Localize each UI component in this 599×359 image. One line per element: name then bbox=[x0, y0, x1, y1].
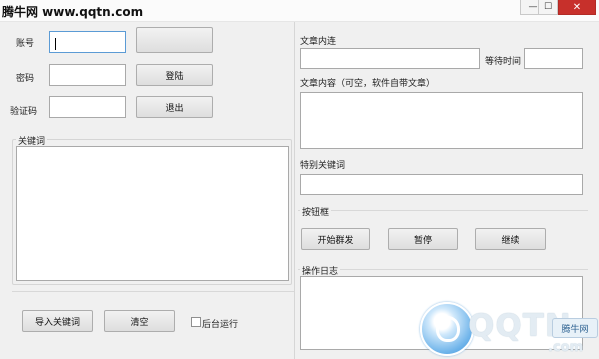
article-link-label: 文章内连 bbox=[300, 37, 337, 47]
logo-domain-text: .com bbox=[548, 340, 584, 355]
captcha-input[interactable] bbox=[49, 96, 126, 118]
article-content-label: 文章内容（可空，软件自带文章） bbox=[300, 79, 436, 89]
left-separator bbox=[12, 291, 294, 292]
controls-separator bbox=[298, 210, 588, 211]
qqtn-logo-icon bbox=[420, 302, 474, 356]
logo-q-ring bbox=[436, 316, 460, 342]
article-link-input[interactable] bbox=[300, 48, 480, 69]
background-run-label: 后台运行 bbox=[202, 320, 239, 330]
keywords-textarea[interactable] bbox=[16, 146, 289, 281]
maximize-button[interactable]: ☐ bbox=[538, 0, 558, 15]
text-caret bbox=[55, 38, 56, 50]
password-label: 密码 bbox=[16, 74, 35, 84]
wait-time-input[interactable] bbox=[524, 48, 583, 69]
site-watermark: 腾牛网 www.qqtn.com bbox=[2, 5, 144, 19]
article-content-textarea[interactable] bbox=[300, 92, 583, 149]
account-label: 账号 bbox=[16, 39, 35, 49]
exit-button[interactable]: 退出 bbox=[136, 96, 213, 118]
pause-button[interactable]: 暂停 bbox=[388, 228, 458, 250]
minimize-icon: — bbox=[528, 2, 538, 12]
clear-button[interactable]: 清空 bbox=[104, 310, 175, 332]
start-sending-button[interactable]: 开始群发 bbox=[301, 228, 370, 250]
password-input[interactable] bbox=[49, 64, 126, 86]
close-icon: ✕ bbox=[572, 1, 582, 13]
controls-group-title: 按钮框 bbox=[300, 205, 332, 218]
logo-badge: 腾牛网 bbox=[552, 318, 598, 338]
special-keywords-input[interactable] bbox=[300, 174, 583, 195]
captcha-label: 验证码 bbox=[10, 107, 38, 117]
title-bar: 腾牛网 www.qqtn.com — ☐ ✕ bbox=[0, 0, 599, 22]
wait-time-label: 等待时间 bbox=[485, 57, 522, 67]
special-keywords-label: 特别关键词 bbox=[300, 161, 346, 171]
resume-button[interactable]: 继续 bbox=[475, 228, 546, 250]
account-input[interactable] bbox=[49, 31, 126, 53]
maximize-icon: ☐ bbox=[543, 2, 553, 12]
login-button[interactable]: 登陆 bbox=[136, 64, 213, 86]
blank-button[interactable] bbox=[136, 27, 213, 53]
panel-divider bbox=[294, 22, 295, 359]
import-keywords-button[interactable]: 导入关键词 bbox=[22, 310, 93, 332]
background-run-checkbox[interactable] bbox=[191, 317, 201, 327]
log-separator bbox=[298, 269, 588, 270]
close-button[interactable]: ✕ bbox=[558, 0, 596, 15]
